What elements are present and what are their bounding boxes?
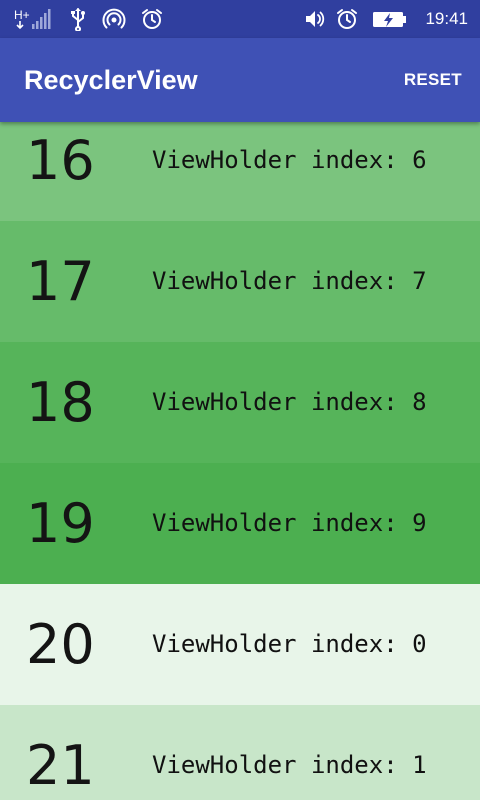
status-right-icons: 19:41 <box>301 0 468 38</box>
alarm-icon <box>337 9 358 29</box>
recycler-list[interactable]: 16 ViewHolder index: 6 17 ViewHolder ind… <box>0 122 480 800</box>
screen: H+ 19:41 RecyclerView RESET 16 ViewHolde… <box>0 0 480 800</box>
item-label: ViewHolder index: 6 <box>152 146 427 174</box>
item-number: 17 <box>26 250 95 313</box>
status-left-icons: H+ <box>14 0 164 38</box>
battery-charging-icon <box>373 12 407 27</box>
item-label: ViewHolder index: 8 <box>152 388 427 416</box>
network-type-label: H+ <box>14 8 30 22</box>
status-time: 19:41 <box>425 9 468 28</box>
app-title: RecyclerView <box>24 65 198 95</box>
item-label: ViewHolder index: 0 <box>152 630 427 658</box>
item-number: 21 <box>26 734 95 797</box>
item-label: ViewHolder index: 9 <box>152 509 427 537</box>
signal-icon: H+ <box>14 8 51 30</box>
item-label: ViewHolder index: 7 <box>152 267 427 295</box>
app-bar: RecyclerView RESET <box>0 38 480 122</box>
alarm-icon <box>142 9 162 29</box>
status-bar: H+ 19:41 <box>0 0 480 38</box>
vibrate-icon <box>306 11 325 27</box>
item-number: 18 <box>26 371 95 434</box>
item-number: 20 <box>26 613 95 676</box>
item-number: 16 <box>26 129 95 192</box>
list-item[interactable]: 18 ViewHolder index: 8 <box>0 342 480 463</box>
list-item[interactable]: 21 ViewHolder index: 1 <box>0 705 480 800</box>
hotspot-icon <box>102 8 126 29</box>
list-item[interactable]: 20 ViewHolder index: 0 <box>0 584 480 705</box>
item-label: ViewHolder index: 1 <box>152 751 427 779</box>
list-item[interactable]: 16 ViewHolder index: 6 <box>0 122 480 221</box>
list-item[interactable]: 17 ViewHolder index: 7 <box>0 221 480 342</box>
list-item[interactable]: 19 ViewHolder index: 9 <box>0 463 480 584</box>
item-number: 19 <box>26 492 95 555</box>
reset-button[interactable]: RESET <box>404 38 462 122</box>
usb-icon <box>71 8 85 31</box>
